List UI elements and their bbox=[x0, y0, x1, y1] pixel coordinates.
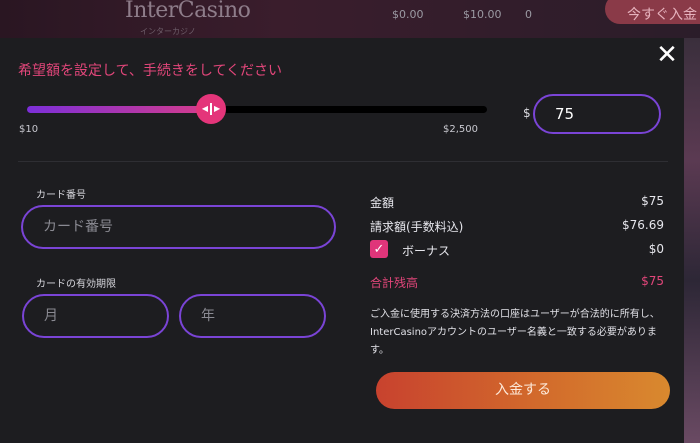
amount-value: $75 bbox=[641, 194, 664, 208]
slider-fill bbox=[27, 106, 211, 113]
bonus-label: ボーナス bbox=[402, 244, 451, 258]
header-bonus-balance: $10.00 bbox=[463, 8, 502, 21]
expiry-month-input[interactable] bbox=[22, 294, 169, 338]
site-logo: InterCasino bbox=[125, 0, 251, 23]
header-points: 0 bbox=[525, 8, 532, 21]
expiry-year-input[interactable] bbox=[179, 294, 326, 338]
slider-thumb[interactable]: ◀ ▶ bbox=[196, 94, 226, 124]
deposit-modal: ✕ 希望額を設定して、手続きをしてください ◀ ▶ $10 $2,500 $ カ… bbox=[0, 38, 684, 443]
bonus-value: $0 bbox=[648, 242, 664, 256]
header-deposit-button[interactable]: 今すぐ入金 bbox=[605, 0, 700, 24]
expiry-label: カードの有効期限 bbox=[36, 279, 116, 290]
total-balance-value: $75 bbox=[641, 274, 664, 288]
deposit-button[interactable]: 入金する bbox=[376, 372, 670, 409]
thumb-divider bbox=[210, 103, 212, 115]
card-number-input[interactable] bbox=[21, 205, 336, 249]
header-balance: $0.00 bbox=[392, 8, 424, 21]
chevron-right-icon: ▶ bbox=[214, 104, 221, 113]
checkmark-icon: ✓ bbox=[373, 241, 385, 257]
bonus-checkbox[interactable]: ✓ bbox=[370, 240, 388, 258]
card-number-label: カード番号 bbox=[36, 190, 86, 201]
site-header: InterCasino インターカジノ $0.00 $10.00 0 今すぐ入金 bbox=[0, 0, 700, 38]
payment-notice: ご入金に使用する決済方法の口座はユーザーが合法的に所有し、InterCasino… bbox=[370, 309, 660, 356]
divider bbox=[18, 161, 668, 162]
slider-min-label: $10 bbox=[19, 124, 39, 135]
billed-amount-label: 請求額(手数料込) bbox=[370, 220, 464, 234]
site-logo-subtitle: インターカジノ bbox=[140, 27, 196, 36]
chevron-left-icon: ◀ bbox=[201, 104, 208, 113]
instruction-text: 希望額を設定して、手続きをしてください bbox=[18, 63, 283, 79]
close-icon[interactable]: ✕ bbox=[655, 42, 679, 68]
total-balance-label: 合計残高 bbox=[370, 276, 419, 290]
billed-amount-value: $76.69 bbox=[622, 218, 664, 232]
amount-input[interactable] bbox=[533, 94, 661, 134]
currency-symbol: $ bbox=[523, 106, 531, 120]
background-page-edge bbox=[684, 38, 700, 443]
amount-label: 金額 bbox=[370, 196, 395, 210]
amount-slider[interactable]: ◀ ▶ bbox=[27, 94, 487, 124]
slider-max-label: $2,500 bbox=[443, 124, 478, 135]
